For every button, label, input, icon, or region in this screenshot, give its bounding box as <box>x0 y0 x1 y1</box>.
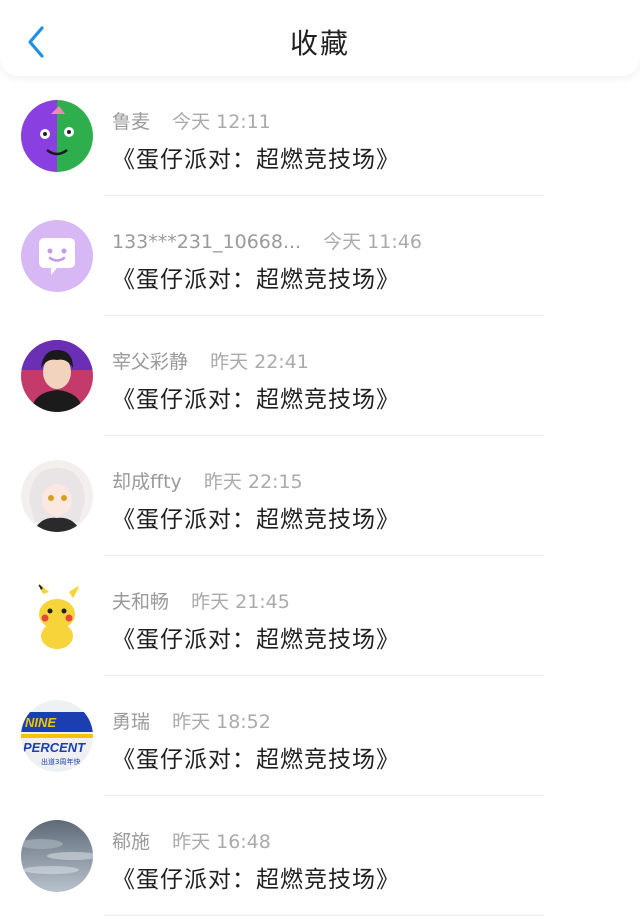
timestamp: 今天 11:46 <box>323 231 422 253</box>
header: 收藏 <box>0 0 640 76</box>
list-item[interactable]: NINE PERCENT 出道3周年快 勇瑞 昨天 18:52 《蛋仔派对：超燃… <box>0 676 640 796</box>
nine-percent-logo-avatar[interactable]: NINE PERCENT 出道3周年快 <box>21 700 93 772</box>
timestamp: 昨天 16:48 <box>172 831 271 853</box>
logo-text: NINE <box>25 715 56 730</box>
chat-bubble-avatar[interactable] <box>21 220 93 292</box>
person-photo-avatar[interactable] <box>21 340 93 412</box>
sender-name: 郗施 <box>112 831 151 853</box>
sender-name: 却成ffty <box>112 471 182 493</box>
message-text: 《蛋仔派对：超燃竞技场》 <box>112 147 400 173</box>
sender-name: 宰父彩静 <box>112 351 189 373</box>
timestamp: 今天 12:11 <box>172 111 271 133</box>
list-item[interactable]: 郗施 昨天 16:48 《蛋仔派对：超燃竞技场》 <box>0 796 640 916</box>
logo-subtext: 出道3周年快 <box>41 757 80 766</box>
page-title: 收藏 <box>289 27 350 60</box>
message-text: 《蛋仔派对：超燃竞技场》 <box>112 627 400 653</box>
sender-name: 勇瑞 <box>112 711 151 733</box>
list-item[interactable]: 夫和畅 昨天 21:45 《蛋仔派对：超燃竞技场》 <box>0 556 640 676</box>
message-text: 《蛋仔派对：超燃竞技场》 <box>112 387 400 413</box>
message-text: 《蛋仔派对：超燃竞技场》 <box>112 507 400 533</box>
anime-character-avatar[interactable] <box>21 460 93 532</box>
timestamp: 昨天 22:15 <box>203 471 303 493</box>
list-item[interactable]: 鲁麦 今天 12:11 《蛋仔派对：超燃竞技场》 <box>0 76 640 196</box>
cartoon-face-avatar[interactable] <box>21 100 93 172</box>
sky-photo-avatar[interactable] <box>21 820 93 892</box>
list-item[interactable]: 133***231_10668... 今天 11:46 《蛋仔派对：超燃竞技场》 <box>0 196 640 316</box>
timestamp: 昨天 21:45 <box>191 591 290 613</box>
timestamp: 昨天 18:52 <box>172 711 271 733</box>
logo-text: PERCENT <box>23 740 86 755</box>
message-text: 《蛋仔派对：超燃竞技场》 <box>112 747 400 773</box>
list-item[interactable]: 宰父彩静 昨天 22:41 《蛋仔派对：超燃竞技场》 <box>0 316 640 436</box>
list-item[interactable]: 却成ffty 昨天 22:15 《蛋仔派对：超燃竞技场》 <box>0 436 640 556</box>
message-text: 《蛋仔派对：超燃竞技场》 <box>112 867 400 893</box>
pikachu-avatar[interactable] <box>21 580 93 652</box>
message-text: 《蛋仔派对：超燃竞技场》 <box>112 267 400 293</box>
favorites-list: 鲁麦 今天 12:11 《蛋仔派对：超燃竞技场》 133***231_10668… <box>0 76 640 916</box>
sender-name: 鲁麦 <box>112 111 151 133</box>
sender-name: 133***231_10668... <box>112 231 302 253</box>
timestamp: 昨天 22:41 <box>210 351 309 373</box>
sender-name: 夫和畅 <box>112 591 170 613</box>
